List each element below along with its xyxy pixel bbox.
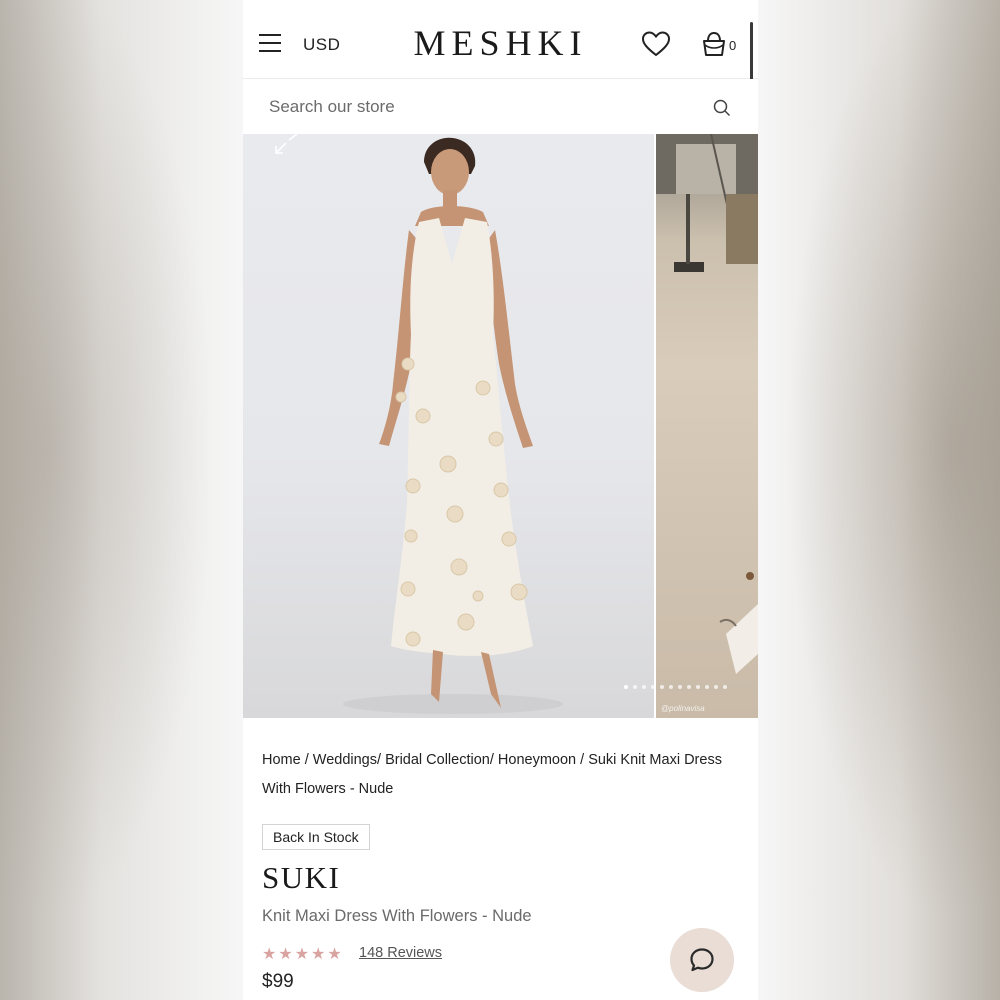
product-image-gallery[interactable]: @polinavisa <box>243 134 758 718</box>
product-image-next[interactable] <box>656 134 758 718</box>
breadcrumb-separator: / <box>377 752 382 768</box>
pagination-dot[interactable] <box>696 685 700 689</box>
rating-stars[interactable]: ★★★★★ <box>262 944 344 964</box>
pagination-dot[interactable] <box>633 685 637 689</box>
pagination-dot[interactable] <box>723 685 727 689</box>
product-image-main[interactable] <box>243 134 654 718</box>
chat-button[interactable] <box>670 928 734 992</box>
gallery-pagination-dots[interactable] <box>624 676 732 689</box>
model-dress-illustration <box>343 137 563 714</box>
pagination-dot[interactable] <box>669 685 673 689</box>
breadcrumb-separator: / <box>304 752 309 768</box>
site-header: USD MESHKI 0 <box>243 0 758 130</box>
pagination-dot[interactable] <box>624 685 628 689</box>
site-logo[interactable]: MESHKI <box>243 22 758 64</box>
reviews-link[interactable]: 148 Reviews <box>359 945 442 961</box>
pagination-dot[interactable] <box>651 685 655 689</box>
product-subtitle: Knit Maxi Dress With Flowers - Nude <box>262 907 532 925</box>
breadcrumb: Home / Weddings/ Bridal Collection/ Hone… <box>262 746 732 804</box>
bag-icon[interactable] <box>701 30 727 58</box>
search-icon[interactable] <box>713 99 731 117</box>
expand-icon[interactable] <box>273 134 301 156</box>
breadcrumb-bridal-collection[interactable]: Bridal Collection <box>385 752 490 768</box>
breadcrumb-weddings[interactable]: Weddings <box>313 752 377 768</box>
breadcrumb-home[interactable]: Home <box>262 752 301 768</box>
pagination-dot[interactable] <box>687 685 691 689</box>
breadcrumb-honeymoon[interactable]: Honeymoon <box>498 752 576 768</box>
pagination-dot[interactable] <box>642 685 646 689</box>
product-title: SUKI <box>262 860 341 895</box>
search-input[interactable] <box>267 93 691 121</box>
heart-icon[interactable] <box>641 30 671 58</box>
stock-status-badge: Back In Stock <box>262 824 370 850</box>
pagination-dot[interactable] <box>705 685 709 689</box>
pagination-dot[interactable] <box>678 685 682 689</box>
background-blur-left <box>0 0 243 1000</box>
background-blur-right <box>758 0 1000 1000</box>
photo-credit: @polinavisa <box>661 704 705 713</box>
phone-screen: USD MESHKI 0 Search our store @polinavis… <box>243 0 758 1000</box>
pagination-dot[interactable] <box>660 685 664 689</box>
breadcrumb-separator: / <box>580 752 585 768</box>
chat-icon <box>690 948 714 972</box>
breadcrumb-separator: / <box>489 752 494 768</box>
search-bar <box>243 79 758 133</box>
beach-scene-illustration <box>656 134 758 674</box>
pagination-dot[interactable] <box>714 685 718 689</box>
bag-count: 0 <box>729 38 737 53</box>
product-price: $99 <box>262 971 294 992</box>
